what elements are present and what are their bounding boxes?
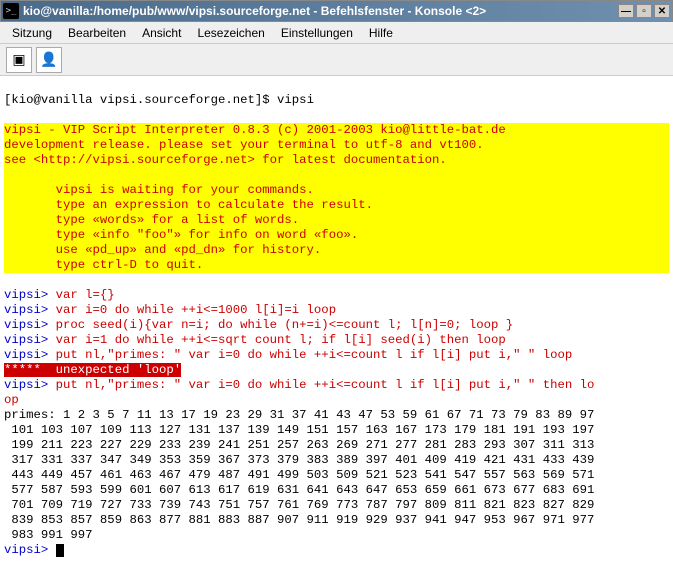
person-icon: 👤 — [40, 51, 57, 68]
menu-hilfe[interactable]: Hilfe — [363, 24, 399, 42]
menu-bearbeiten[interactable]: Bearbeiten — [62, 24, 132, 42]
vipsi-command: var i=0 do while ++i<=1000 l[i]=i loop — [56, 303, 336, 317]
terminal-icon: ▣ — [12, 51, 25, 68]
banner-line: use «pd_up» and «pd_dn» for history. — [4, 243, 669, 258]
new-session-button[interactable]: ▣ — [6, 47, 32, 73]
window-controls: — ▫ ✕ — [618, 4, 670, 18]
profile-button[interactable]: 👤 — [36, 47, 62, 73]
banner-line: see <http://vipsi.sourceforge.net> for l… — [4, 153, 669, 168]
output-line: 443 449 457 461 463 467 479 487 491 499 … — [4, 468, 594, 482]
shell-prompt: [kio@vanilla vipsi.sourceforge.net]$ — [4, 93, 277, 107]
banner-line: type «info "foo"» for info on word «foo»… — [4, 228, 669, 243]
window-title: kio@vanilla:/home/pub/www/vipsi.sourcefo… — [23, 4, 618, 18]
menu-ansicht[interactable]: Ansicht — [136, 24, 187, 42]
banner-line: type ctrl-D to quit. — [4, 258, 669, 273]
vipsi-prompt: vipsi> — [4, 378, 56, 392]
output-line: 317 331 337 347 349 353 359 367 373 379 … — [4, 453, 594, 467]
terminal-output[interactable]: [kio@vanilla vipsi.sourceforge.net]$ vip… — [0, 76, 673, 560]
vipsi-command: put nl,"primes: " var i=0 do while ++i<=… — [56, 378, 595, 392]
banner-line: type an expression to calculate the resu… — [4, 198, 669, 213]
vipsi-command-wrap: op — [4, 393, 19, 407]
menu-einstellungen[interactable]: Einstellungen — [275, 24, 359, 42]
output-line: 101 103 107 109 113 127 131 137 139 149 … — [4, 423, 594, 437]
vipsi-prompt: vipsi> — [4, 543, 56, 557]
menu-lesezeichen[interactable]: Lesezeichen — [191, 24, 270, 42]
banner-line: type «words» for a list of words. — [4, 213, 669, 228]
vipsi-prompt: vipsi> — [4, 303, 56, 317]
output-line: 701 709 719 727 733 739 743 751 757 761 … — [4, 498, 594, 512]
vipsi-prompt: vipsi> — [4, 318, 56, 332]
output-line: 577 587 593 599 601 607 613 617 619 631 … — [4, 483, 594, 497]
banner-line: development release. please set your ter… — [4, 138, 669, 153]
vipsi-command: put nl,"primes: " var i=0 do while ++i<=… — [56, 348, 573, 362]
output-line: primes: 1 2 3 5 7 11 13 17 19 23 29 31 3… — [4, 408, 594, 422]
close-button[interactable]: ✕ — [654, 4, 670, 18]
cursor — [56, 544, 64, 557]
menu-sitzung[interactable]: Sitzung — [6, 24, 58, 42]
vipsi-command: proc seed(i){var n=i; do while (n+=i)<=c… — [56, 318, 514, 332]
app-icon — [3, 3, 19, 19]
error-line: ***** unexpected 'loop' — [4, 363, 181, 377]
minimize-button[interactable]: — — [618, 4, 634, 18]
vipsi-prompt: vipsi> — [4, 288, 56, 302]
output-line: 983 991 997 — [4, 528, 93, 542]
output-line: 199 211 223 227 229 233 239 241 251 257 … — [4, 438, 594, 452]
vipsi-command: var l={} — [56, 288, 115, 302]
vipsi-command: var i=1 do while ++i<=sqrt count l; if l… — [56, 333, 506, 347]
toolbar: ▣ 👤 — [0, 44, 673, 76]
output-line: 839 853 857 859 863 877 881 883 887 907 … — [4, 513, 594, 527]
window-titlebar: kio@vanilla:/home/pub/www/vipsi.sourcefo… — [0, 0, 673, 22]
vipsi-prompt: vipsi> — [4, 348, 56, 362]
banner-line: vipsi - VIP Script Interpreter 0.8.3 (c)… — [4, 123, 669, 138]
maximize-button[interactable]: ▫ — [636, 4, 652, 18]
banner-line — [4, 168, 669, 183]
banner-line: vipsi is waiting for your commands. — [4, 183, 669, 198]
vipsi-prompt: vipsi> — [4, 333, 56, 347]
menu-bar: Sitzung Bearbeiten Ansicht Lesezeichen E… — [0, 22, 673, 44]
shell-command: vipsi — [277, 93, 314, 107]
